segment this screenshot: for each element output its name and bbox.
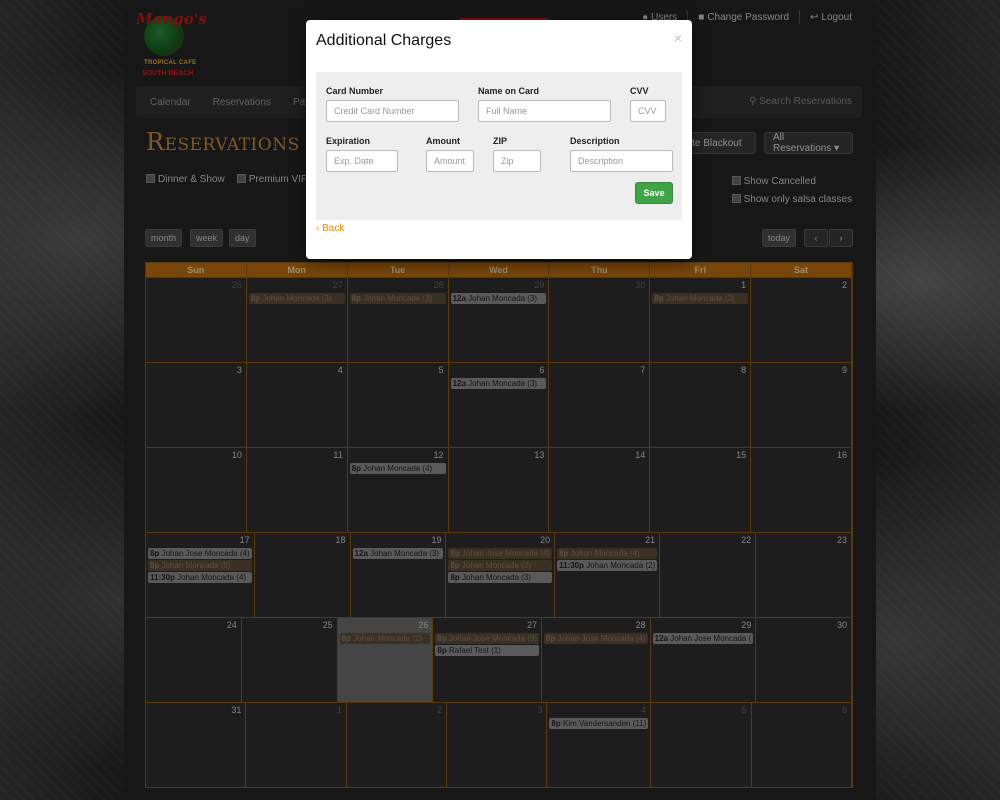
- card-number-input[interactable]: [326, 100, 459, 122]
- name-on-card-input[interactable]: [478, 100, 611, 122]
- back-link[interactable]: ‹ Back: [316, 223, 344, 234]
- card-number-label: Card Number: [326, 86, 384, 96]
- back-label: Back: [322, 223, 345, 234]
- modal-title: Additional Charges: [316, 32, 452, 49]
- expiration-label: Expiration: [326, 136, 371, 146]
- charge-form: Card Number Name on Card CVV Expiration …: [316, 72, 682, 220]
- amount-input[interactable]: [426, 150, 474, 172]
- save-button[interactable]: Save: [635, 182, 673, 204]
- close-icon[interactable]: ×: [674, 30, 682, 46]
- description-label: Description: [570, 136, 620, 146]
- cvv-input[interactable]: [630, 100, 666, 122]
- zip-input[interactable]: [493, 150, 541, 172]
- cvv-label: CVV: [630, 86, 649, 96]
- additional-charges-modal: Additional Charges × Card Number Name on…: [306, 20, 692, 259]
- zip-label: ZIP: [493, 136, 508, 146]
- expiration-input[interactable]: [326, 150, 398, 172]
- amount-label: Amount: [426, 136, 460, 146]
- description-input[interactable]: [570, 150, 673, 172]
- name-on-card-label: Name on Card: [478, 86, 540, 96]
